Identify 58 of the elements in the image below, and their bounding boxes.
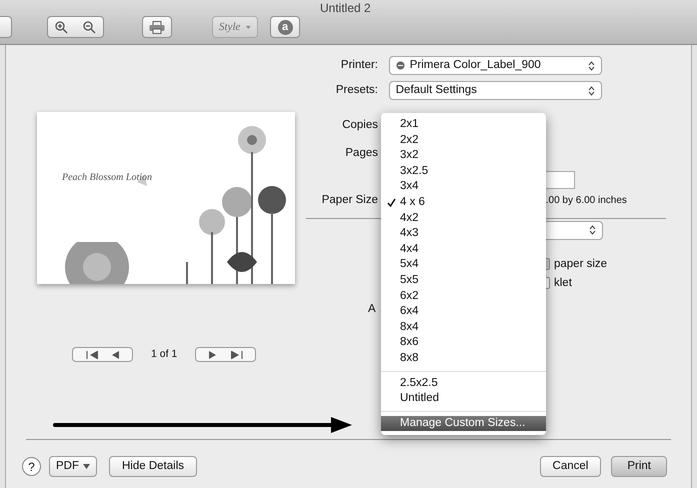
paper-size-label: Paper Size — [320, 192, 378, 208]
caret-icon — [83, 464, 90, 469]
print-button[interactable]: Print — [611, 456, 667, 477]
caret-icon — [246, 24, 251, 30]
printer-popup[interactable]: Primera Color_Label_900 — [388, 56, 602, 75]
menu-item[interactable]: 2x1 — [381, 117, 546, 133]
zoom-in-icon[interactable] — [55, 20, 68, 34]
menu-item[interactable]: 4x3 — [381, 226, 546, 242]
last-page-icon[interactable] — [230, 350, 243, 359]
chevron-icon — [588, 86, 595, 96]
pdf-dropdown[interactable]: PDF — [49, 456, 97, 477]
help-button[interactable]: ? — [22, 457, 41, 476]
cancel-button[interactable]: Cancel — [540, 456, 602, 477]
first-page-icon[interactable] — [86, 350, 98, 359]
paper-dimensions: .00 by 6.00 inches — [546, 194, 627, 208]
zoom-out-icon[interactable] — [82, 20, 96, 34]
menu-item[interactable]: 6x4 — [381, 304, 546, 320]
menu-item[interactable]: 8x8 — [381, 350, 546, 366]
chevron-icon — [588, 60, 595, 70]
menu-item[interactable]: Manage Custom Sizes... — [381, 416, 546, 432]
page-indicator: 1 of 1 — [151, 347, 178, 362]
menu-item[interactable]: 8x6 — [381, 335, 546, 351]
next-page-buttons[interactable] — [195, 347, 256, 362]
printer-status-icon — [396, 61, 405, 70]
print-button[interactable] — [142, 16, 172, 38]
menu-item[interactable]: 8x4 — [381, 320, 546, 336]
option-label: klet — [554, 276, 572, 291]
zoom-button-group[interactable] — [47, 16, 104, 38]
presets-popup[interactable]: Default Settings — [388, 81, 602, 100]
menu-item[interactable]: 4x4 — [381, 242, 546, 258]
previous-page-icon[interactable] — [111, 350, 120, 359]
menu-item[interactable]: 2x2 — [381, 132, 546, 148]
menu-item[interactable]: Untitled — [381, 391, 546, 407]
printer-icon — [149, 20, 165, 34]
arrangement-label: A — [368, 302, 376, 315]
text-style-button[interactable]: a — [270, 16, 300, 38]
window-title: Untitled 2 — [320, 0, 371, 17]
toolbar-button[interactable] — [0, 16, 12, 38]
printer-label: Printer: — [340, 58, 378, 73]
menu-item[interactable]: 4x2 — [381, 210, 546, 226]
copies-label: Copies — [341, 118, 378, 133]
hide-details-button[interactable]: Hide Details — [109, 456, 197, 477]
next-page-icon[interactable] — [209, 350, 218, 359]
option-label: paper size — [554, 256, 608, 272]
menu-item[interactable]: 5x5 — [381, 272, 546, 289]
menu-item[interactable]: 2.5x2.5 — [381, 376, 546, 392]
chevron-icon — [589, 225, 596, 236]
menu-item[interactable]: 5x4 — [381, 257, 546, 273]
flower-drawing — [65, 242, 129, 284]
menu-item[interactable]: 6x2 — [381, 288, 546, 304]
menu-item[interactable]: 4 x 6 — [381, 194, 546, 211]
document-title: Peach Blossom Lotion — [62, 171, 152, 185]
menu-item[interactable]: 3x2.5 — [381, 164, 546, 180]
pages-label: Pages — [344, 146, 378, 162]
menu-item[interactable]: 3x4 — [381, 179, 546, 195]
previous-page-buttons[interactable] — [72, 347, 133, 362]
presets-label: Presets: — [334, 82, 378, 98]
menu-item[interactable]: 3x2 — [381, 148, 546, 164]
